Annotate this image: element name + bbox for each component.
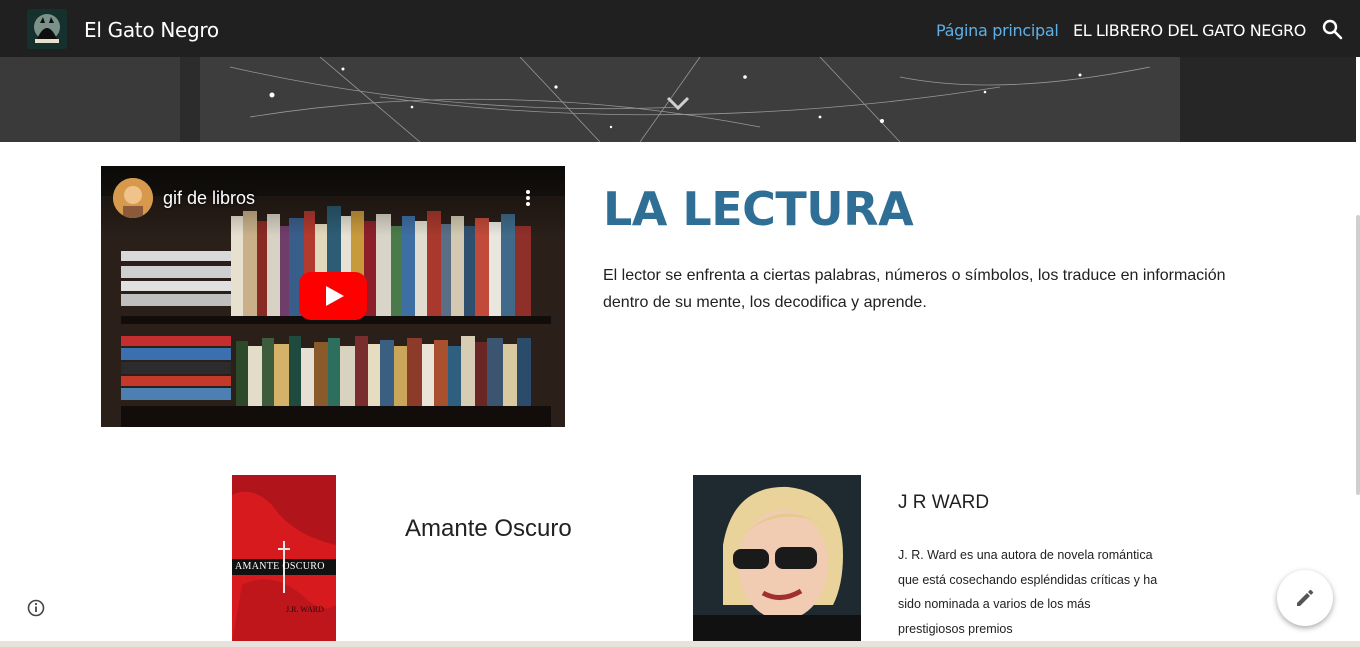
cat-logo-icon[interactable] [27, 9, 67, 49]
book-cover-title: AMANTE OSCURO [235, 561, 325, 572]
next-section-preview [0, 641, 1360, 647]
embedded-video[interactable]: gif de libros [101, 166, 565, 427]
book-cover-image: AMANTE OSCURO J.R. WARD [232, 475, 336, 643]
more-vert-icon[interactable] [525, 188, 531, 208]
video-title[interactable]: gif de libros [163, 188, 255, 209]
section-paragraph: El lector se enfrenta a ciertas palabras… [603, 267, 1226, 311]
section-heading: LA LECTURA [603, 182, 914, 236]
author-bio: J. R. Ward es una autora de novela román… [898, 548, 1158, 636]
youtube-play-icon[interactable] [299, 272, 367, 320]
book-cover-author: J.R. WARD [286, 605, 324, 614]
edit-button[interactable] [1277, 570, 1333, 626]
top-bar: El Gato Negro Página principal EL LIBRER… [0, 0, 1360, 57]
pencil-icon [1297, 589, 1314, 606]
header-banner-image [0, 57, 1356, 142]
site-title[interactable]: El Gato Negro [84, 18, 219, 42]
info-icon[interactable] [27, 599, 45, 617]
nav-link-el-librero[interactable]: EL LIBRERO DEL GATO NEGRO [1073, 21, 1306, 40]
page-scrollbar[interactable] [1356, 215, 1360, 495]
author-name: J R WARD [898, 492, 990, 513]
channel-avatar[interactable] [113, 178, 153, 218]
search-icon[interactable] [1321, 18, 1343, 40]
book-title: Amante Oscuro [405, 515, 572, 542]
chevron-down-icon[interactable] [664, 93, 692, 113]
nav-link-pagina-principal[interactable]: Página principal [936, 21, 1059, 40]
author-photo [693, 475, 861, 643]
